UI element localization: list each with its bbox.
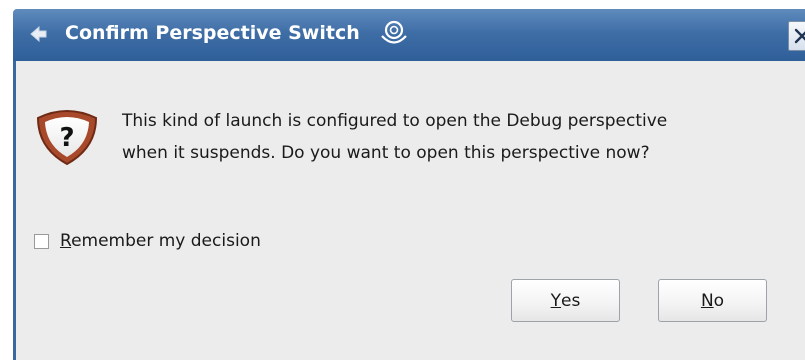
window-title: Confirm Perspective Switch — [65, 22, 360, 44]
remember-decision-label[interactable]: Remember my decision — [60, 231, 261, 251]
svg-text:?: ? — [59, 123, 74, 153]
close-button[interactable] — [788, 21, 805, 51]
no-button[interactable]: No — [658, 279, 767, 322]
back-arrow-icon[interactable] — [28, 23, 48, 45]
dialog-window: Confirm Perspective Switch ? This kind o… — [0, 0, 805, 360]
swirl-icon — [381, 20, 407, 44]
remember-decision-option[interactable]: Remember my decision — [34, 229, 261, 253]
dialog-body: ? This kind of launch is configured to o… — [16, 61, 805, 360]
yes-button[interactable]: Yes — [511, 279, 620, 322]
remember-decision-checkbox[interactable] — [34, 233, 49, 249]
message-line-2: when it suspends. Do you want to open th… — [122, 143, 650, 163]
question-icon: ? — [36, 110, 98, 166]
message-line-1: This kind of launch is configured to ope… — [122, 111, 668, 131]
close-icon — [794, 28, 805, 44]
dialog-message: This kind of launch is configured to ope… — [122, 105, 782, 169]
title-bar[interactable]: Confirm Perspective Switch — [13, 9, 805, 61]
